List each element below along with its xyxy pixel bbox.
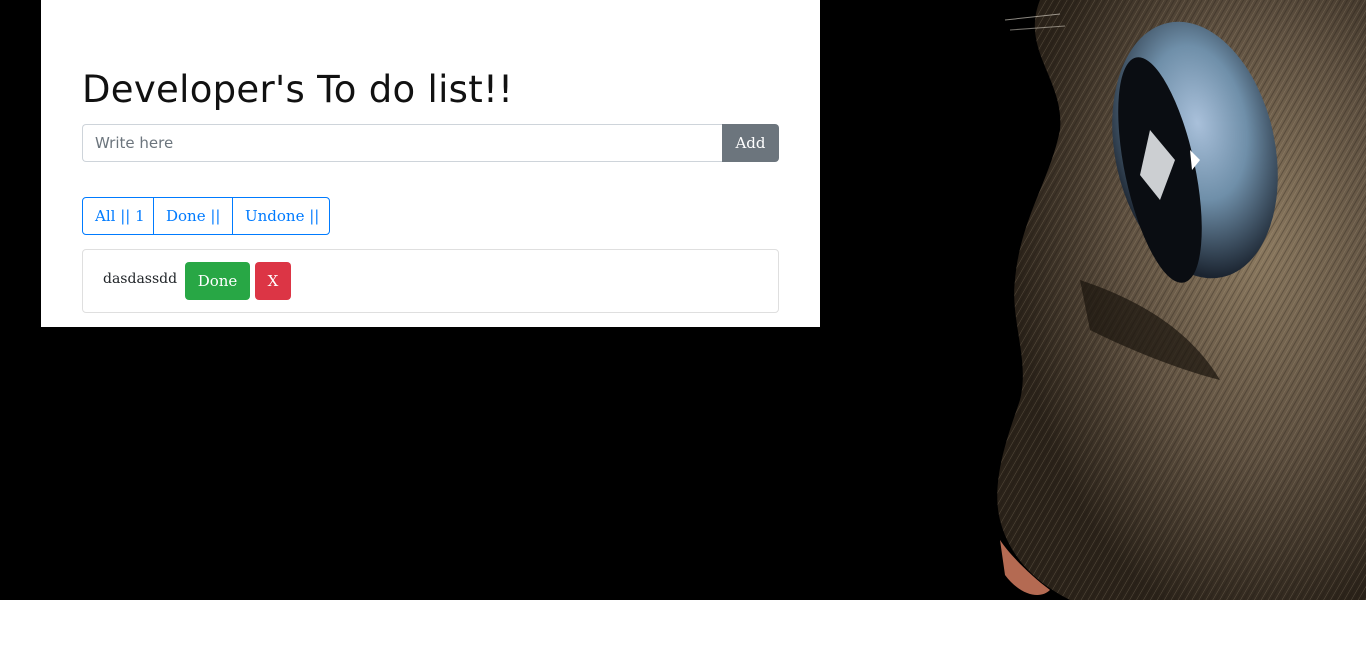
filter-done-button[interactable]: Done || — [153, 197, 233, 235]
filter-button-group: All || 1 Done || Undone || — [82, 197, 330, 235]
add-button[interactable]: Add — [722, 124, 779, 162]
page-background: Developer's To do list!! Add All || 1 Do… — [0, 0, 1366, 600]
page-title: Developer's To do list!! — [82, 68, 514, 111]
new-task-form: Add — [82, 124, 779, 162]
task-input[interactable] — [82, 124, 722, 162]
list-item: dasdassdd Done X — [82, 249, 779, 313]
mark-done-button[interactable]: Done — [185, 262, 250, 300]
task-text: dasdassdd — [103, 271, 178, 287]
filter-undone-button[interactable]: Undone || — [232, 197, 330, 235]
todo-panel: Developer's To do list!! Add All || 1 Do… — [41, 0, 820, 327]
delete-task-button[interactable]: X — [255, 262, 291, 300]
filter-all-button[interactable]: All || 1 — [82, 197, 154, 235]
